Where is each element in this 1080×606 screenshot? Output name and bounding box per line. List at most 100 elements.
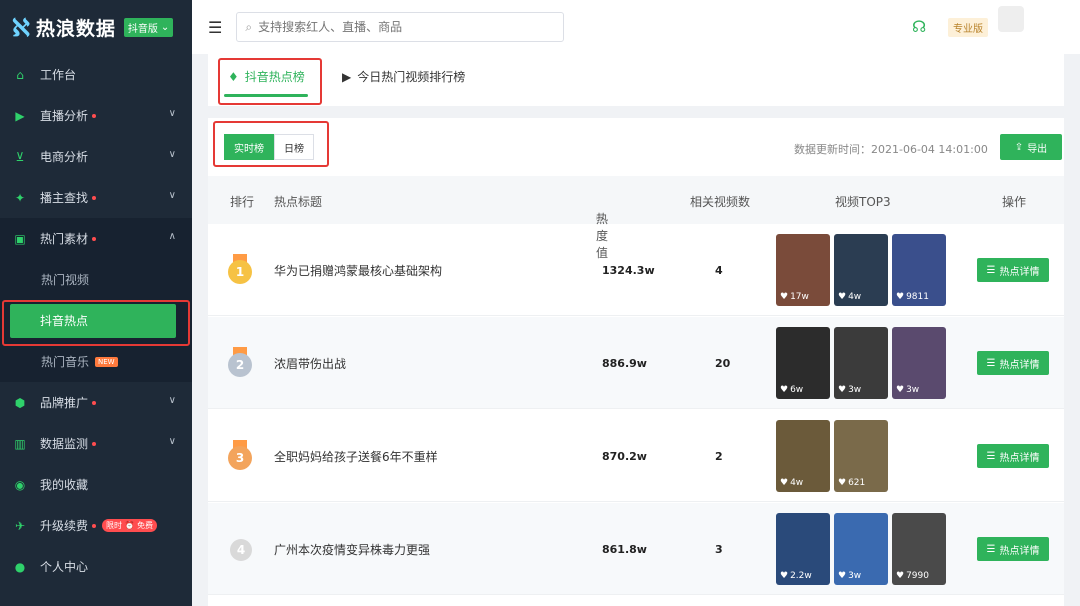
export-button[interactable]: ⇪ 导出 xyxy=(1000,134,1062,160)
sidebar-item-label: 升级续费 xyxy=(40,519,89,533)
likes-count: 2.2w xyxy=(790,571,812,581)
app-logo[interactable]: ℵ 热浪数据 抖音版 ⌄ xyxy=(0,0,192,54)
headset-icon[interactable]: ☊ xyxy=(912,17,926,36)
rank-number: 4 xyxy=(230,539,252,561)
heart-icon: ♥ xyxy=(896,571,905,581)
highlight-box-tab xyxy=(218,58,322,105)
hot-detail-button[interactable]: ☰ 热点详情 xyxy=(977,444,1049,468)
search-input[interactable] xyxy=(258,20,539,34)
table-row: 1 华为已捐赠鸿蒙最核心基础架构 1324.3w 4 ♥ 17w ♥ 4w ♥ 981… xyxy=(208,224,1064,316)
heat-value: 1324.3w xyxy=(602,264,655,277)
heart-icon: ♥ xyxy=(838,478,847,488)
promo-limited: 限时 xyxy=(106,521,123,530)
video-thumbnail[interactable]: ♥ 4w xyxy=(834,234,888,306)
chevron-down-icon: ⌄ xyxy=(160,21,170,33)
sidebar-item-upgrade[interactable]: ✈ 升级续费 限时 ⏰ 免费 xyxy=(0,505,192,546)
cart-icon: ⊻ xyxy=(15,149,25,164)
likes-count: 7990 xyxy=(906,571,929,581)
detail-label: 热点详情 xyxy=(999,452,1040,464)
detail-label: 热点详情 xyxy=(999,359,1040,371)
chevron-down-icon: ∨ xyxy=(168,108,176,119)
chevron-down-icon: ∨ xyxy=(168,190,176,201)
sidebar-item-brand-promotion[interactable]: ⬢ 品牌推广 ∨ xyxy=(0,382,192,423)
rank-number: 2 xyxy=(228,353,252,377)
hot-detail-button[interactable]: ☰ 热点详情 xyxy=(977,258,1049,282)
sidebar-item-ecommerce[interactable]: ⊻ 电商分析 ∨ xyxy=(0,136,192,177)
rank-number: 1 xyxy=(228,260,252,284)
header-title: 热点标题 xyxy=(274,195,323,209)
list-icon: ☰ xyxy=(986,543,996,555)
video-thumbnail[interactable]: ♥ 9811 xyxy=(892,234,946,306)
detail-label: 热点详情 xyxy=(999,266,1040,278)
sidebar-subitem-hot-video[interactable]: 热门视频 xyxy=(0,259,192,300)
favorite-icon: ◉ xyxy=(14,477,26,492)
video-count: 2 xyxy=(715,450,723,463)
video-thumbnail[interactable]: ♥ 3w xyxy=(834,327,888,399)
header-video-count: 相关视频数 xyxy=(690,195,751,209)
sidebar-item-label: 数据监测 xyxy=(40,437,89,451)
tab-hot-video-ranking[interactable]: ▶ 今日热门视频排行榜 xyxy=(342,68,465,85)
video-likes: ♥ 3w xyxy=(896,385,919,395)
video-count: 3 xyxy=(715,543,723,556)
header-action: 操作 xyxy=(1002,195,1027,209)
notification-dot xyxy=(92,195,97,200)
hot-topic-title[interactable]: 华为已捐赠鸿蒙最核心基础架构 xyxy=(274,262,442,279)
logo-icon: ℵ xyxy=(12,12,30,42)
rank-medal-icon: 3 xyxy=(228,440,252,472)
chevron-down-icon: ∨ xyxy=(168,436,176,447)
promo-badge: 限时 ⏰ 免费 xyxy=(102,519,158,532)
video-likes: ♥ 6w xyxy=(780,385,803,395)
menu-toggle-icon[interactable]: ☰ xyxy=(208,18,222,37)
video-top3: ♥ 4w ♥ 621 xyxy=(776,420,888,492)
search-box[interactable]: ⌕ xyxy=(236,12,565,42)
help-icon[interactable]: ⓘ xyxy=(596,210,606,225)
likes-count: 3w xyxy=(906,385,920,395)
promo-free: 免费 xyxy=(137,521,154,530)
sidebar-item-streamer-search[interactable]: ✦ 播主查找 ∨ xyxy=(0,177,192,218)
pro-badge[interactable]: 专业版 xyxy=(948,18,988,37)
sidebar-item-favorites[interactable]: ◉ 我的收藏 xyxy=(0,464,192,505)
sidebar-item-label: 我的收藏 xyxy=(40,478,89,492)
sidebar-item-profile[interactable]: ● 个人中心 xyxy=(0,546,192,587)
hot-detail-button[interactable]: ☰ 热点详情 xyxy=(977,537,1049,561)
video-thumbnail[interactable]: ♥ 17w xyxy=(776,234,830,306)
video-thumbnail[interactable]: ♥ 7990 xyxy=(892,513,946,585)
version-badge[interactable]: 抖音版 ⌄ xyxy=(123,17,174,37)
chevron-up-icon: ∧ xyxy=(168,231,176,242)
export-label: 导出 xyxy=(1027,143,1048,155)
video-thumbnail[interactable]: ♥ 621 xyxy=(834,420,888,492)
sidebar-item-hot-material[interactable]: ▣ 热门素材 ∧ xyxy=(0,218,192,259)
table-row: 3 全职妈妈给孩子送餐6年不重样 870.2w 2 ♥ 4w ♥ 621 ☰ 热点详情 xyxy=(208,410,1064,502)
hot-topic-title[interactable]: 广州本次疫情变异株毒力更强 xyxy=(274,541,430,558)
likes-count: 6w xyxy=(790,385,804,395)
highlight-box-toggle xyxy=(213,121,329,167)
app-name: 热浪数据 xyxy=(35,17,116,40)
likes-count: 17w xyxy=(790,292,809,302)
video-thumbnail[interactable]: ♥ 2.2w xyxy=(776,513,830,585)
heart-icon: ♥ xyxy=(896,385,905,395)
sidebar-item-workbench[interactable]: ⌂ 工作台 xyxy=(0,54,192,95)
video-thumbnail[interactable]: ♥ 4w xyxy=(776,420,830,492)
heat-value: 886.9w xyxy=(602,357,647,370)
video-thumbnail[interactable]: ♥ 3w xyxy=(834,513,888,585)
hot-topic-title[interactable]: 全职妈妈给孩子送餐6年不重样 xyxy=(274,448,438,465)
sidebar-subitem-hot-music[interactable]: 热门音乐 NEW xyxy=(0,341,192,382)
hot-topic-title[interactable]: 浓眉带伤出战 xyxy=(274,355,346,372)
version-badge-label: 抖音版 xyxy=(127,23,158,35)
rank-medal-icon: 1 xyxy=(228,254,252,286)
heart-icon: ♥ xyxy=(838,385,847,395)
video-likes: ♥ 17w xyxy=(780,292,809,302)
sidebar-item-live-analysis[interactable]: ▶ 直播分析 ∨ xyxy=(0,95,192,136)
shield-icon: ⬢ xyxy=(14,395,26,410)
likes-count: 4w xyxy=(790,478,804,488)
heat-value: 861.8w xyxy=(602,543,647,556)
hot-detail-button[interactable]: ☰ 热点详情 xyxy=(977,351,1049,375)
heart-icon: ♥ xyxy=(838,292,847,302)
sidebar-item-data-monitor[interactable]: ▥ 数据监测 ∨ xyxy=(0,423,192,464)
puzzle-icon: ✦ xyxy=(14,190,26,205)
video-thumbnail[interactable]: ♥ 3w xyxy=(892,327,946,399)
chevron-down-icon: ∨ xyxy=(168,149,176,160)
chevron-down-icon: ∨ xyxy=(168,395,176,406)
avatar[interactable] xyxy=(998,6,1024,32)
video-thumbnail[interactable]: ♥ 6w xyxy=(776,327,830,399)
